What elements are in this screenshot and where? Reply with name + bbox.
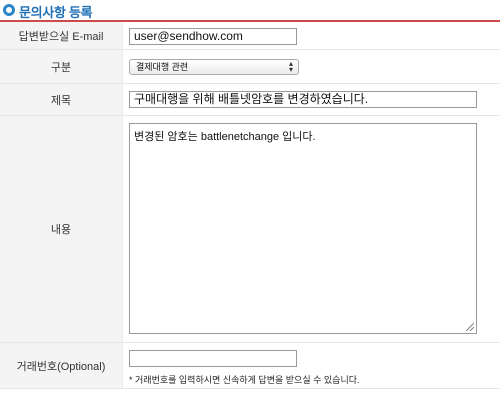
order-number-field[interactable] (129, 350, 297, 367)
subject-row: 제목 구매대행을 위해 배틀넷암호를 변경하였습니다. (0, 84, 500, 116)
select-arrows-icon: ▴ ▾ (288, 59, 293, 74)
order-number-row: 거래번호(Optional) * 거래번호를 입력하시면 신속하게 답변을 받으… (0, 343, 500, 389)
content-row: 내용 변경된 암호는 battlenetchange 입니다. (0, 116, 500, 343)
order-number-note: * 거래번호를 입력하시면 신속하게 답변을 받으실 수 있습니다. (129, 375, 360, 385)
content-text: 변경된 암호는 battlenetchange 입니다. (134, 131, 316, 143)
category-row: 구분 결제대행 관련 ▴ ▾ (0, 50, 500, 84)
category-label: 구분 (0, 50, 123, 83)
resize-grip-icon[interactable] (466, 323, 474, 331)
category-selected-value: 결제대행 관련 (136, 62, 189, 72)
subject-field[interactable]: 구매대행을 위해 배틀넷암호를 변경하였습니다. (129, 91, 477, 108)
email-field[interactable]: user@sendhow.com (129, 28, 297, 45)
content-label: 내용 (0, 116, 123, 342)
order-number-label: 거래번호(Optional) (0, 343, 123, 388)
category-select[interactable]: 결제대행 관련 ▴ ▾ (129, 59, 299, 75)
email-label: 답변받으실 E-mail (0, 22, 123, 49)
circle-bullet-icon (3, 4, 15, 16)
content-textarea[interactable]: 변경된 암호는 battlenetchange 입니다. (129, 123, 477, 334)
subject-label: 제목 (0, 84, 123, 115)
email-row: 답변받으실 E-mail user@sendhow.com (0, 22, 500, 50)
page-title: 문의사항 등록 (19, 5, 93, 20)
section-header: 문의사항 등록 (0, 0, 500, 22)
